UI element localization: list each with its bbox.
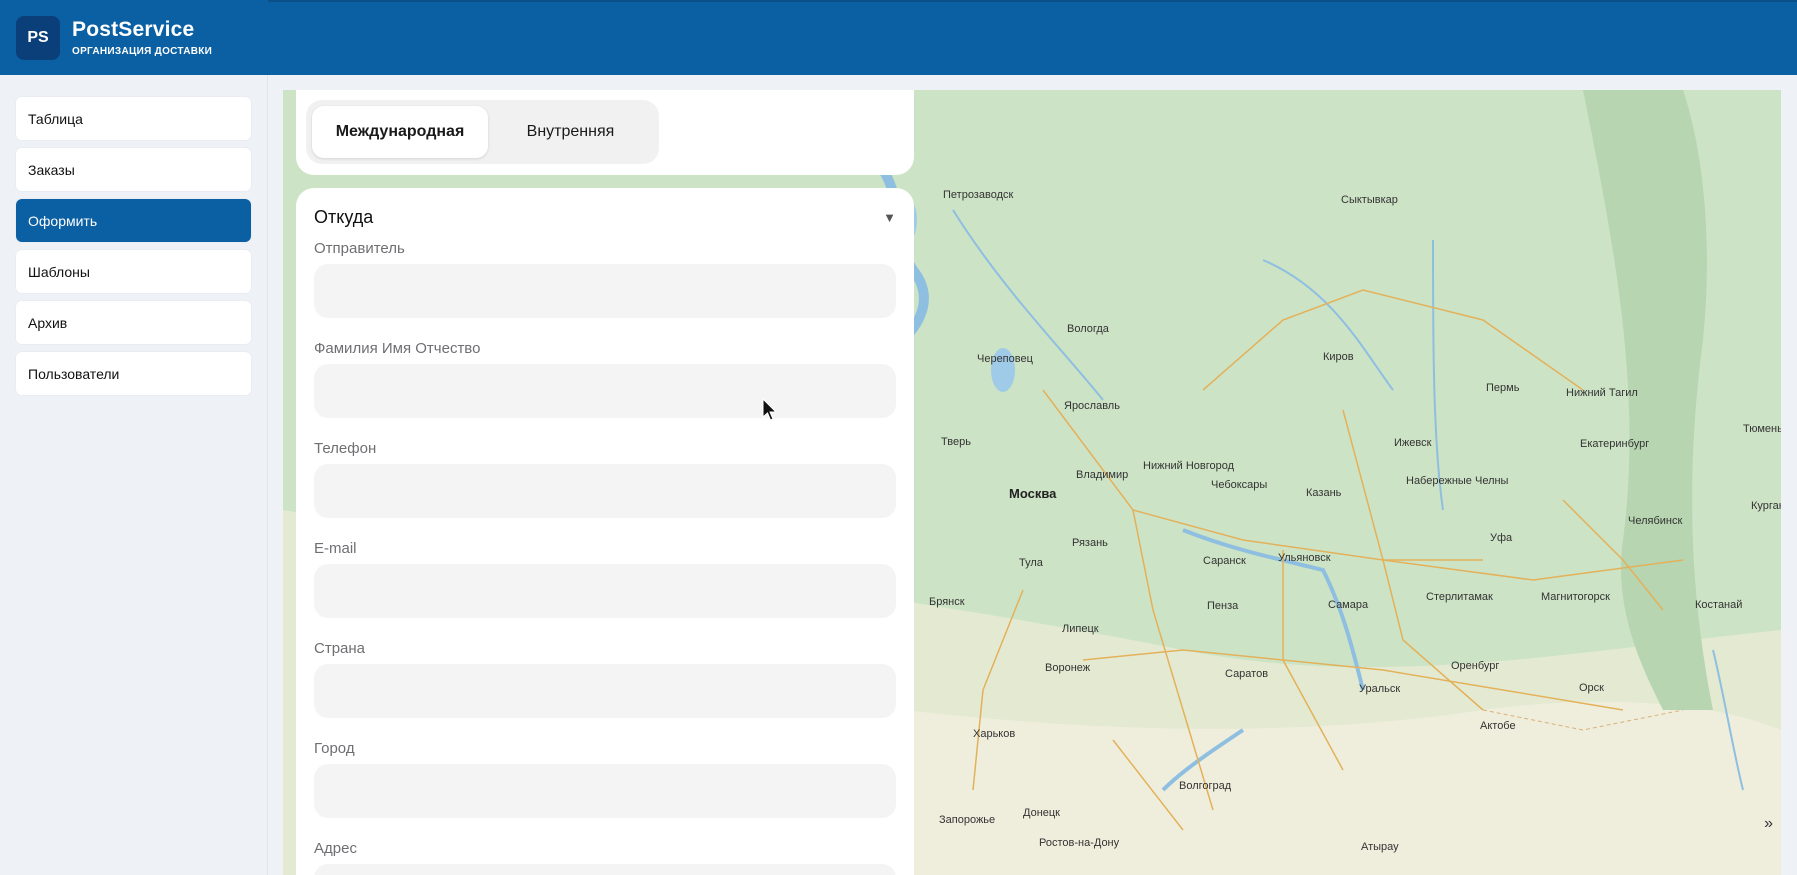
city-kharkov: Харьков xyxy=(973,728,1016,740)
city-uralsk: Уральск xyxy=(1359,683,1401,695)
brand-title: PostService xyxy=(72,17,195,41)
city-ufa: Уфа xyxy=(1490,532,1513,544)
sender-input[interactable] xyxy=(314,264,896,318)
city-cheboksary: Чебоксары xyxy=(1211,479,1268,491)
city-ulyanovsk: Ульяновск xyxy=(1278,552,1331,564)
city-moscow: Москва xyxy=(1009,486,1057,501)
section-title: Откуда xyxy=(314,206,374,227)
city-bryansk: Брянск xyxy=(929,596,965,608)
email-label: E-mail xyxy=(314,540,357,557)
city-kurgan: Курган xyxy=(1751,500,1781,512)
shipment-type-toggle: Международная Внутренняя xyxy=(306,100,659,164)
brand-subtitle: ОРГАНИЗАЦИЯ ДОСТАВКИ xyxy=(72,45,213,57)
email-input[interactable] xyxy=(314,564,896,618)
city-label: Город xyxy=(314,740,355,757)
city-nizhny-tagil: Нижний Тагил xyxy=(1566,387,1638,399)
city-kazan: Казань xyxy=(1306,487,1342,499)
section-header[interactable]: Откуда ▼ xyxy=(314,204,896,230)
phone-input[interactable] xyxy=(314,464,896,518)
sidebar: Таблица Заказы Оформить Шаблоны Архив По… xyxy=(0,75,268,875)
city-vologda: Вологда xyxy=(1067,323,1109,335)
city-yekaterinburg: Екатеринбург xyxy=(1580,438,1650,450)
city-magnitogorsk: Магнитогорск xyxy=(1541,591,1610,603)
city-tyumen: Тюмень xyxy=(1743,423,1781,435)
country-input[interactable] xyxy=(314,664,896,718)
tab-domestic[interactable]: Внутренняя xyxy=(488,106,653,158)
sidebar-item-orders[interactable]: Заказы xyxy=(16,148,251,191)
city-ryazan: Рязань xyxy=(1072,537,1108,549)
sender-label: Отправитель xyxy=(314,240,405,257)
city-voronezh: Воронеж xyxy=(1045,662,1091,674)
shipment-type-card: Международная Внутренняя xyxy=(296,90,914,175)
city-sterlitamak: Стерлитамак xyxy=(1426,591,1493,603)
map-expand-icon[interactable]: » xyxy=(1764,815,1773,833)
city-input[interactable] xyxy=(314,764,896,818)
top-bar xyxy=(268,0,1797,75)
city-tver: Тверь xyxy=(941,436,971,448)
city-naberezhnye: Набережные Челны xyxy=(1406,475,1509,487)
brand-text: PostService ОРГАНИЗАЦИЯ ДОСТАВКИ xyxy=(72,19,212,57)
full-name-input[interactable] xyxy=(314,364,896,418)
city-kirov: Киров xyxy=(1323,351,1354,363)
city-volgograd: Волгоград xyxy=(1179,780,1232,792)
city-vladimir: Владимир xyxy=(1076,469,1129,481)
country-label: Страна xyxy=(314,640,366,657)
tab-international[interactable]: Международная xyxy=(312,106,488,158)
city-donetsk: Донецк xyxy=(1023,807,1060,819)
sidebar-item-users[interactable]: Пользователи xyxy=(16,352,251,395)
city-kostanay: Костанай xyxy=(1695,599,1743,611)
logo-icon: PS xyxy=(16,15,60,60)
city-syktyvkar: Сыктывкар xyxy=(1341,194,1398,206)
city-cherepovets: Череповец xyxy=(977,353,1033,365)
sidebar-item-table[interactable]: Таблица xyxy=(16,97,251,140)
city-samara: Самара xyxy=(1328,599,1369,611)
city-aktobe: Актобе xyxy=(1480,720,1516,732)
phone-label: Телефон xyxy=(314,440,377,457)
city-orenburg: Оренбург xyxy=(1451,660,1500,672)
city-orsk: Орск xyxy=(1579,682,1604,694)
city-tula: Тула xyxy=(1019,557,1043,569)
city-perm: Пермь xyxy=(1486,382,1520,394)
city-atyrau: Атырау xyxy=(1361,841,1399,853)
city-saransk: Саранск xyxy=(1203,555,1246,567)
city-izhevsk: Ижевск xyxy=(1394,437,1432,449)
sidebar-item-templates[interactable]: Шаблоны xyxy=(16,250,251,293)
address-input[interactable] xyxy=(314,864,896,875)
city-chelyabinsk: Челябинск xyxy=(1628,515,1683,527)
from-section-card: Откуда ▼ Отправитель Фамилия Имя Отчеств… xyxy=(296,188,914,875)
chevron-down-icon[interactable]: ▼ xyxy=(883,210,896,225)
city-lipetsk: Липецк xyxy=(1062,623,1099,635)
address-label: Адрес xyxy=(314,840,357,857)
brand-header: PS PostService ОРГАНИЗАЦИЯ ДОСТАВКИ xyxy=(0,0,268,75)
city-yaroslavl: Ярославль xyxy=(1064,400,1120,412)
city-saratov: Саратов xyxy=(1225,668,1269,680)
sidebar-item-archive[interactable]: Архив xyxy=(16,301,251,344)
city-petrozavodsk: Петрозаводск xyxy=(943,189,1014,201)
mouse-cursor-icon xyxy=(762,398,778,421)
city-nizhny-novgorod: Нижний Новгород xyxy=(1143,460,1235,472)
city-penza: Пенза xyxy=(1207,600,1239,612)
city-zaporozhye: Запорожье xyxy=(939,814,996,826)
sidebar-item-create[interactable]: Оформить xyxy=(16,199,251,242)
city-rostov: Ростов-на-Дону xyxy=(1039,837,1120,849)
full-name-label: Фамилия Имя Отчество xyxy=(314,340,481,357)
